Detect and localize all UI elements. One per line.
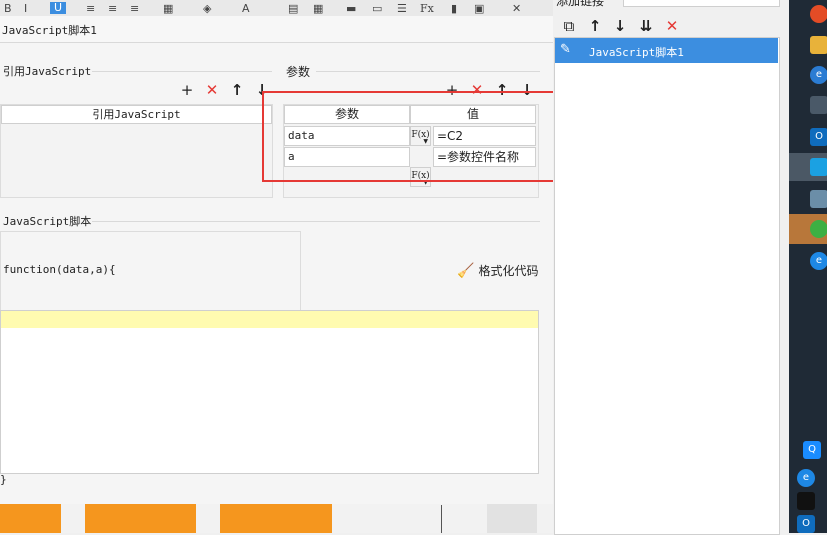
gray-block: [487, 504, 537, 533]
dialog-title-bar: JavaScript脚本1: [0, 16, 553, 43]
app-blue-icon[interactable]: [810, 158, 827, 176]
delete-x-icon: ✕: [665, 17, 679, 35]
move-down-button[interactable]: ↓: [612, 18, 628, 34]
script-section-label: JavaScript脚本: [3, 215, 92, 228]
font-color-icon[interactable]: A: [242, 2, 250, 15]
move-to-bottom-button[interactable]: ⇊: [638, 18, 654, 34]
ie-tray-icon[interactable]: e: [797, 469, 815, 487]
insert-col-icon[interactable]: ▭: [372, 2, 382, 15]
image-icon[interactable]: ▣: [474, 2, 484, 15]
add-import-button[interactable]: +: [179, 82, 195, 98]
imports-section-label: 引用JavaScript: [3, 65, 92, 78]
folder-icon[interactable]: [810, 36, 827, 54]
outlook-icon[interactable]: O: [810, 128, 827, 146]
orange-block: [0, 504, 61, 533]
top-right-input[interactable]: [623, 0, 780, 7]
dialog-title: JavaScript脚本1: [2, 24, 97, 37]
function-signature-area: function(data,a){: [0, 231, 301, 311]
fill-icon[interactable]: ◈: [203, 2, 211, 15]
main-toolbar: B I U ≡ ≡ ≡ ▦ ◈ A ▤ ▦ ▬ ▭ ☰ Fx ▮ ▣ ✕: [0, 0, 553, 17]
copy-icon: ⧉: [563, 17, 575, 35]
outlook-tray-icon[interactable]: O: [797, 515, 815, 533]
merge-icon[interactable]: ▤: [288, 2, 298, 15]
insert-row-icon[interactable]: ▬: [346, 2, 356, 15]
script-list[interactable]: [554, 37, 780, 535]
plus-icon: +: [180, 81, 194, 99]
broom-icon: 🧹: [457, 262, 475, 279]
taskbar: e O e Q e O: [789, 0, 827, 533]
ie-icon[interactable]: e: [810, 66, 827, 84]
underline-icon[interactable]: U: [50, 2, 66, 14]
move-import-up-button[interactable]: ↑: [229, 82, 245, 98]
align-right-icon[interactable]: ≡: [130, 2, 139, 15]
italic-icon[interactable]: I: [24, 2, 27, 15]
script-list-item-label: JavaScript脚本1: [589, 46, 684, 59]
qq-browser-icon[interactable]: Q: [803, 441, 821, 459]
params-section-label: 参数: [286, 65, 311, 79]
app-icon[interactable]: [810, 96, 827, 114]
closing-brace: }: [0, 473, 7, 486]
move-to-bottom-icon: ⇊: [639, 17, 653, 35]
orange-block: [220, 504, 332, 533]
function-signature: function(data,a){: [3, 263, 116, 276]
formula-icon[interactable]: Fx: [420, 2, 434, 15]
close-small-icon[interactable]: ✕: [512, 2, 521, 15]
imports-column-header: 引用JavaScript: [1, 105, 272, 124]
delete-x-icon: ✕: [205, 81, 219, 99]
add-link-label: 添加链接: [556, 0, 605, 8]
move-up-button[interactable]: ↑: [587, 18, 603, 34]
qq-icon[interactable]: [797, 492, 815, 510]
delete-button[interactable]: ✕: [664, 18, 680, 34]
pencil-icon: ✎: [560, 42, 571, 57]
bold-icon[interactable]: B: [4, 2, 12, 15]
imports-separator: [92, 71, 272, 72]
chart-icon[interactable]: ▮: [451, 2, 457, 15]
arrow-down-icon: ↓: [613, 17, 627, 35]
cursor-line: [441, 505, 442, 533]
ie-blue-icon[interactable]: e: [810, 252, 827, 270]
format-code-label: 格式化代码: [478, 264, 539, 278]
wechat-icon[interactable]: [810, 220, 827, 238]
delete-import-button[interactable]: ✕: [204, 82, 220, 98]
highlight-box: [262, 91, 566, 182]
list-icon[interactable]: ☰: [397, 2, 407, 15]
params-separator: [316, 71, 540, 72]
script-separator: [92, 221, 540, 222]
align-left-icon[interactable]: ≡: [86, 2, 95, 15]
format-code-button[interactable]: 🧹 格式化代码: [457, 262, 538, 279]
arrow-up-icon: ↑: [588, 17, 602, 35]
imports-table[interactable]: 引用JavaScript: [0, 104, 273, 198]
code-editor[interactable]: [0, 310, 539, 474]
arrow-up-icon: ↑: [230, 81, 244, 99]
border-icon[interactable]: ▦: [163, 2, 173, 15]
copy-button[interactable]: ⧉: [561, 18, 577, 34]
script-list-item[interactable]: ✎ JavaScript脚本1: [555, 38, 778, 63]
current-line-highlight: [1, 311, 538, 328]
notes-icon[interactable]: [810, 190, 827, 208]
align-center-icon[interactable]: ≡: [108, 2, 117, 15]
orange-block: [85, 504, 196, 533]
chrome-icon[interactable]: [810, 5, 827, 23]
grid-icon[interactable]: ▦: [313, 2, 323, 15]
